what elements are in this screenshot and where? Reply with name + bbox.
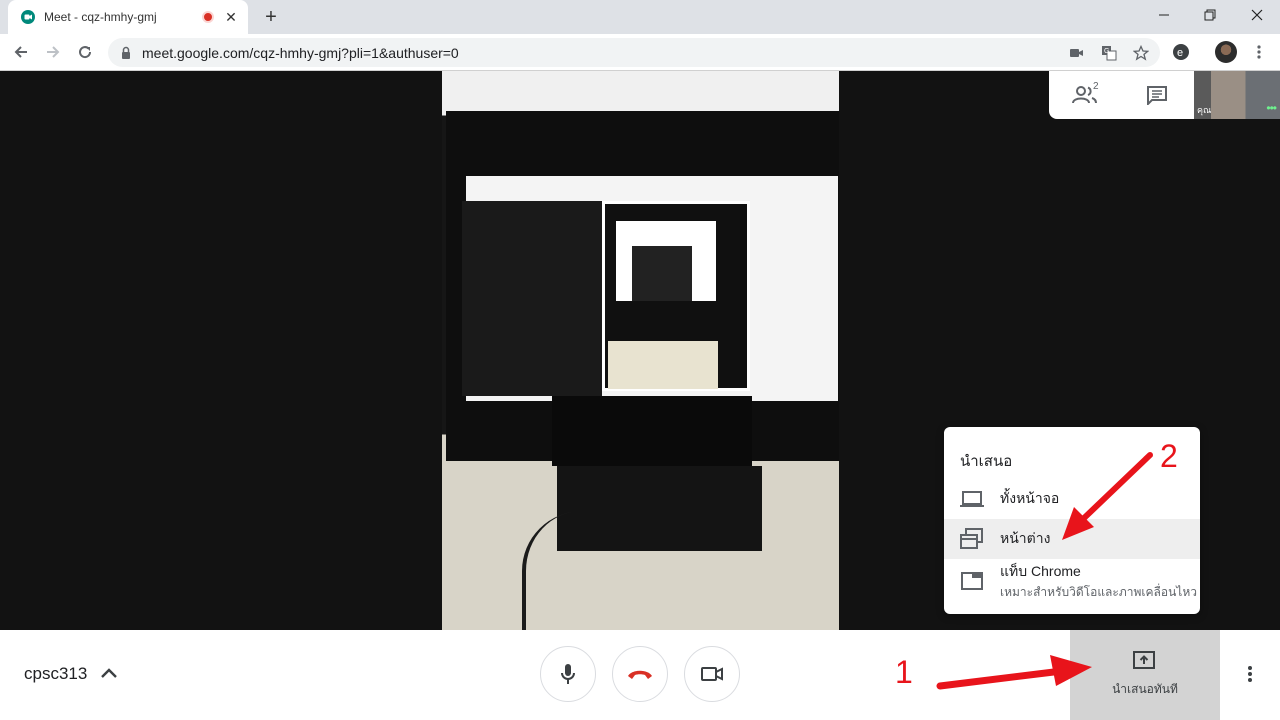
url-text: meet.google.com/cqz-hmhy-gmj?pli=1&authu… <box>142 44 459 61</box>
menu-item-label: แท็บ Chrome <box>1000 562 1081 579</box>
menu-item-window[interactable]: หน้าต่าง <box>944 519 1200 559</box>
participant-count: 2 <box>1093 81 1099 92</box>
bottom-control-bar: cpsc313 นำเสนอทันที <box>0 630 1280 720</box>
browser-tab[interactable]: Meet - cqz-hmhy-gmj ✕ <box>8 0 248 34</box>
translate-icon[interactable]: G <box>1099 43 1119 63</box>
new-tab-button[interactable]: + <box>260 6 282 28</box>
profile-avatar[interactable] <box>1213 39 1239 65</box>
speaking-indicator-icon: ••• <box>1266 101 1277 115</box>
back-arrow-icon <box>14 46 27 58</box>
annotation-step-2: 2 <box>1160 438 1178 474</box>
reload-button[interactable] <box>72 39 98 65</box>
microphone-icon <box>561 664 575 684</box>
menu-item-sublabel: เหมาะสำหรับวิดีโอและภาพเคลื่อนไหว <box>1000 584 1197 599</box>
close-window-button[interactable] <box>1234 0 1280 30</box>
restore-button[interactable] <box>1187 0 1233 30</box>
present-menu-title: นำเสนอ <box>960 453 1013 470</box>
lock-icon <box>122 46 130 59</box>
minimize-icon <box>1159 14 1169 16</box>
chat-button[interactable] <box>1121 71 1193 119</box>
self-view-thumbnail[interactable]: คุณ ••• <box>1194 71 1280 119</box>
close-tab-icon[interactable]: ✕ <box>224 9 238 26</box>
hang-up-button[interactable] <box>612 646 668 702</box>
reload-icon <box>79 46 92 59</box>
recording-indicator-icon <box>202 11 214 23</box>
svg-text:e: e <box>1177 47 1183 59</box>
browser-menu-icon[interactable] <box>1246 39 1272 65</box>
annotation-step-1: 1 <box>895 654 913 690</box>
menu-item-label: ทั้งหน้าจอ <box>1000 490 1060 506</box>
chevron-up-icon[interactable] <box>100 666 118 680</box>
restore-icon <box>1204 9 1216 21</box>
tab-strip: Meet - cqz-hmhy-gmj ✕ + <box>0 0 1280 34</box>
camera-button[interactable] <box>684 646 740 702</box>
menu-item-label: หน้าต่าง <box>1000 530 1051 546</box>
participant-video <box>442 71 839 630</box>
top-right-panel: 2 คุณ ••• <box>1049 71 1280 119</box>
svg-text:G: G <box>1104 48 1109 55</box>
hang-up-icon <box>628 670 652 679</box>
close-icon <box>1251 9 1263 21</box>
forward-arrow-icon <box>47 46 60 58</box>
meet-favicon-icon <box>21 10 35 24</box>
tab-title: Meet - cqz-hmhy-gmj <box>44 10 157 24</box>
present-now-label: นำเสนอทันที <box>1112 682 1178 696</box>
address-bar[interactable]: meet.google.com/cqz-hmhy-gmj?pli=1&authu… <box>108 38 1160 67</box>
laptop-icon <box>960 491 984 507</box>
menu-item-chrome-tab[interactable]: แท็บ Chrome เหมาะสำหรับวิดีโอและภาพเคลื่… <box>944 559 1200 603</box>
tab-icon <box>961 572 983 590</box>
browser-toolbar: meet.google.com/cqz-hmhy-gmj?pli=1&authu… <box>0 34 1280 71</box>
self-label: คุณ <box>1197 105 1212 115</box>
video-camera-icon <box>701 667 723 681</box>
extension-icon[interactable]: e <box>1168 39 1194 65</box>
forward-button[interactable] <box>40 39 66 65</box>
meeting-name: cpsc313 <box>24 664 88 683</box>
camera-in-use-icon[interactable] <box>1067 43 1087 63</box>
present-screen-icon <box>1133 651 1155 669</box>
bookmark-star-icon[interactable] <box>1131 43 1151 63</box>
microphone-button[interactable] <box>540 646 596 702</box>
more-vert-icon <box>1248 666 1252 682</box>
back-button[interactable] <box>8 39 34 65</box>
more-options-button[interactable] <box>1240 662 1260 686</box>
menu-item-entire-screen[interactable]: ทั้งหน้าจอ <box>944 479 1200 519</box>
present-now-button[interactable]: นำเสนอทันที <box>1070 630 1220 720</box>
minimize-button[interactable] <box>1141 0 1187 30</box>
window-icon <box>960 528 983 549</box>
participants-button[interactable]: 2 <box>1049 71 1121 119</box>
chat-icon <box>1147 86 1167 105</box>
